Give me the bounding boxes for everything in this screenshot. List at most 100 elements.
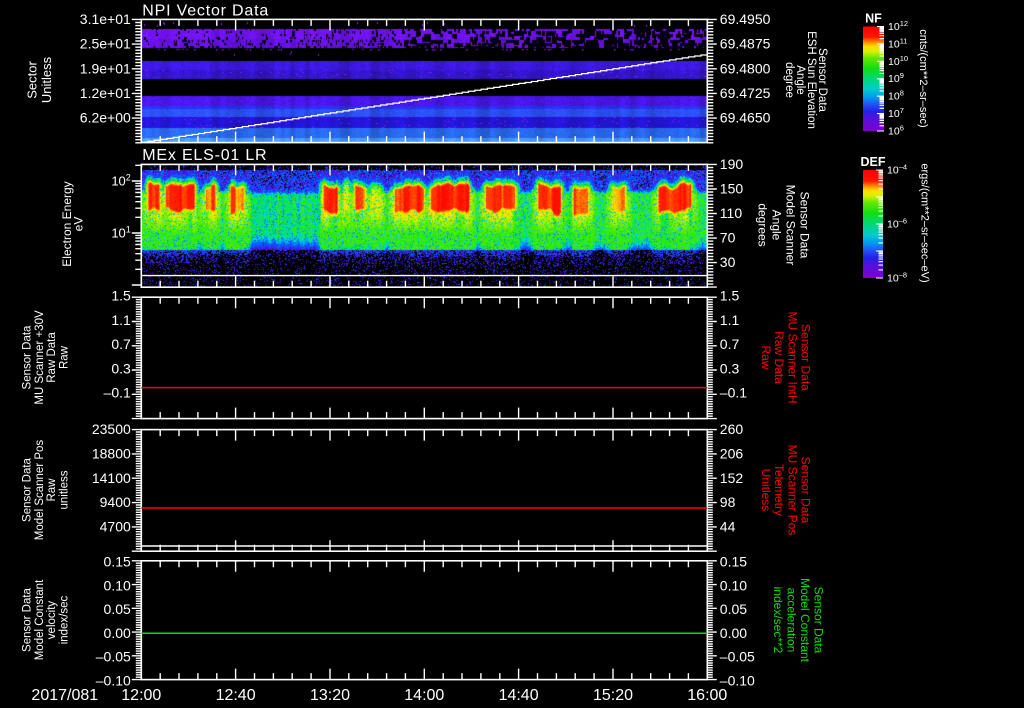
svg-text:106: 106 xyxy=(888,124,904,138)
svg-text:Sensor Data: Sensor Data xyxy=(799,457,813,524)
svg-text:0.00: 0.00 xyxy=(720,625,747,641)
svg-text:13:20: 13:20 xyxy=(310,687,350,704)
svg-text:2017/081: 2017/081 xyxy=(31,687,98,704)
svg-text:0.7: 0.7 xyxy=(720,336,740,352)
svg-text:44: 44 xyxy=(720,519,736,535)
svg-text:Sector: Sector xyxy=(24,61,39,99)
svg-text:10–8: 10–8 xyxy=(887,271,907,285)
svg-text:Telemetry: Telemetry xyxy=(772,464,786,516)
svg-text:MU Scanner +30V: MU Scanner +30V xyxy=(34,310,46,405)
svg-text:3.1e+01: 3.1e+01 xyxy=(80,11,131,27)
svg-text:Unitless: Unitless xyxy=(39,56,54,103)
svg-text:16:00: 16:00 xyxy=(687,687,727,704)
svg-text:unitless: unitless xyxy=(59,470,71,509)
svg-text:190: 190 xyxy=(720,156,744,172)
svg-text:108: 108 xyxy=(888,89,904,103)
svg-text:0.05: 0.05 xyxy=(104,601,131,617)
svg-text:MEx ELS-01 LR: MEx ELS-01 LR xyxy=(142,147,267,164)
svg-text:101: 101 xyxy=(111,225,130,241)
svg-text:Sensor Data: Sensor Data xyxy=(22,457,34,522)
svg-text:MU Scanner Pos: MU Scanner Pos xyxy=(785,445,799,536)
svg-text:0.10: 0.10 xyxy=(104,578,131,594)
svg-text:69.4800: 69.4800 xyxy=(720,60,771,76)
svg-text:NPI Vector Data: NPI Vector Data xyxy=(142,2,269,19)
svg-text:Model Constant: Model Constant xyxy=(798,578,812,663)
svg-text:ergs/(cm**2–sr–sec–eV): ergs/(cm**2–sr–sec–eV) xyxy=(919,163,931,282)
svg-text:0.7: 0.7 xyxy=(111,336,131,352)
svg-text:degree: degree xyxy=(783,62,795,98)
svg-text:0.3: 0.3 xyxy=(720,360,740,376)
svg-text:69.4875: 69.4875 xyxy=(720,36,771,52)
svg-text:Sensor Data: Sensor Data xyxy=(797,192,811,259)
svg-text:cnts/(cm**2–sr–sec): cnts/(cm**2–sr–sec) xyxy=(917,29,929,127)
svg-text:0.10: 0.10 xyxy=(720,578,747,594)
svg-text:0.05: 0.05 xyxy=(720,601,747,617)
svg-text:30: 30 xyxy=(720,254,736,270)
svg-text:1.5: 1.5 xyxy=(111,288,131,304)
svg-text:15:20: 15:20 xyxy=(593,687,633,704)
svg-text:1.1: 1.1 xyxy=(720,312,740,328)
svg-text:23500: 23500 xyxy=(92,421,131,437)
svg-text:260: 260 xyxy=(720,421,744,437)
svg-text:69.4650: 69.4650 xyxy=(720,110,771,126)
svg-text:acceleration: acceleration xyxy=(785,588,799,653)
svg-text:152: 152 xyxy=(720,470,744,486)
svg-text:10–4: 10–4 xyxy=(887,163,907,177)
svg-text:–0.1: –0.1 xyxy=(104,385,131,401)
svg-text:–0.05: –0.05 xyxy=(96,649,131,665)
svg-text:DEF: DEF xyxy=(861,155,886,169)
svg-text:1.5: 1.5 xyxy=(720,288,740,304)
svg-text:Sensor Data: Sensor Data xyxy=(22,587,34,652)
svg-text:69.4950: 69.4950 xyxy=(720,11,771,27)
svg-text:14100: 14100 xyxy=(92,470,131,486)
svg-text:107: 107 xyxy=(888,106,904,120)
svg-text:NF: NF xyxy=(865,12,882,26)
svg-text:Raw Data: Raw Data xyxy=(772,331,786,384)
svg-text:0.00: 0.00 xyxy=(104,625,131,641)
svg-text:0.15: 0.15 xyxy=(104,554,131,570)
svg-text:12:00: 12:00 xyxy=(121,687,161,704)
svg-text:14:40: 14:40 xyxy=(499,687,539,704)
svg-text:18800: 18800 xyxy=(92,446,131,462)
svg-text:Model Constant: Model Constant xyxy=(34,579,46,660)
svg-text:102: 102 xyxy=(111,173,130,189)
svg-text:Unitless: Unitless xyxy=(759,469,773,512)
svg-text:velocity: velocity xyxy=(46,601,58,640)
svg-text:150: 150 xyxy=(720,181,744,197)
svg-text:Raw: Raw xyxy=(46,478,58,502)
svg-text:1.1: 1.1 xyxy=(111,312,131,328)
svg-text:MU Scanner IntH: MU Scanner IntH xyxy=(785,311,799,403)
svg-text:98: 98 xyxy=(720,494,736,510)
svg-text:0.15: 0.15 xyxy=(720,554,747,570)
svg-text:6.2e+00: 6.2e+00 xyxy=(80,110,131,126)
svg-text:–0.1: –0.1 xyxy=(720,385,747,401)
svg-text:110: 110 xyxy=(720,205,743,221)
svg-text:Sensor Data: Sensor Data xyxy=(22,325,34,390)
svg-text:Model Scanner Pos: Model Scanner Pos xyxy=(34,440,46,541)
svg-text:1.9e+01: 1.9e+01 xyxy=(80,60,131,76)
svg-text:12:40: 12:40 xyxy=(216,687,256,704)
svg-text:index/sec: index/sec xyxy=(59,595,71,644)
svg-text:Raw: Raw xyxy=(59,345,71,369)
svg-text:14:00: 14:00 xyxy=(404,687,444,704)
svg-text:Model Scanner: Model Scanner xyxy=(783,185,797,266)
svg-text:eV: eV xyxy=(72,217,86,232)
svg-text:1010: 1010 xyxy=(888,54,908,68)
svg-text:index/sec**2: index/sec**2 xyxy=(771,587,785,654)
svg-text:9400: 9400 xyxy=(100,494,131,510)
svg-text:Raw Data: Raw Data xyxy=(46,332,58,383)
svg-text:4700: 4700 xyxy=(100,519,131,535)
svg-text:1012: 1012 xyxy=(888,19,908,33)
svg-text:206: 206 xyxy=(720,446,744,462)
svg-text:Sensor Data: Sensor Data xyxy=(812,587,826,654)
svg-text:1011: 1011 xyxy=(888,36,907,50)
svg-text:69.4725: 69.4725 xyxy=(720,85,771,101)
svg-text:Raw: Raw xyxy=(759,345,773,369)
svg-text:2.5e+01: 2.5e+01 xyxy=(80,36,131,52)
svg-text:Angle: Angle xyxy=(769,210,783,241)
svg-text:–0.05: –0.05 xyxy=(720,649,755,665)
svg-text:degrees: degrees xyxy=(755,203,769,246)
svg-text:Sensor Data: Sensor Data xyxy=(799,324,813,391)
svg-text:0.3: 0.3 xyxy=(111,360,131,376)
svg-text:1.2e+01: 1.2e+01 xyxy=(80,85,131,101)
